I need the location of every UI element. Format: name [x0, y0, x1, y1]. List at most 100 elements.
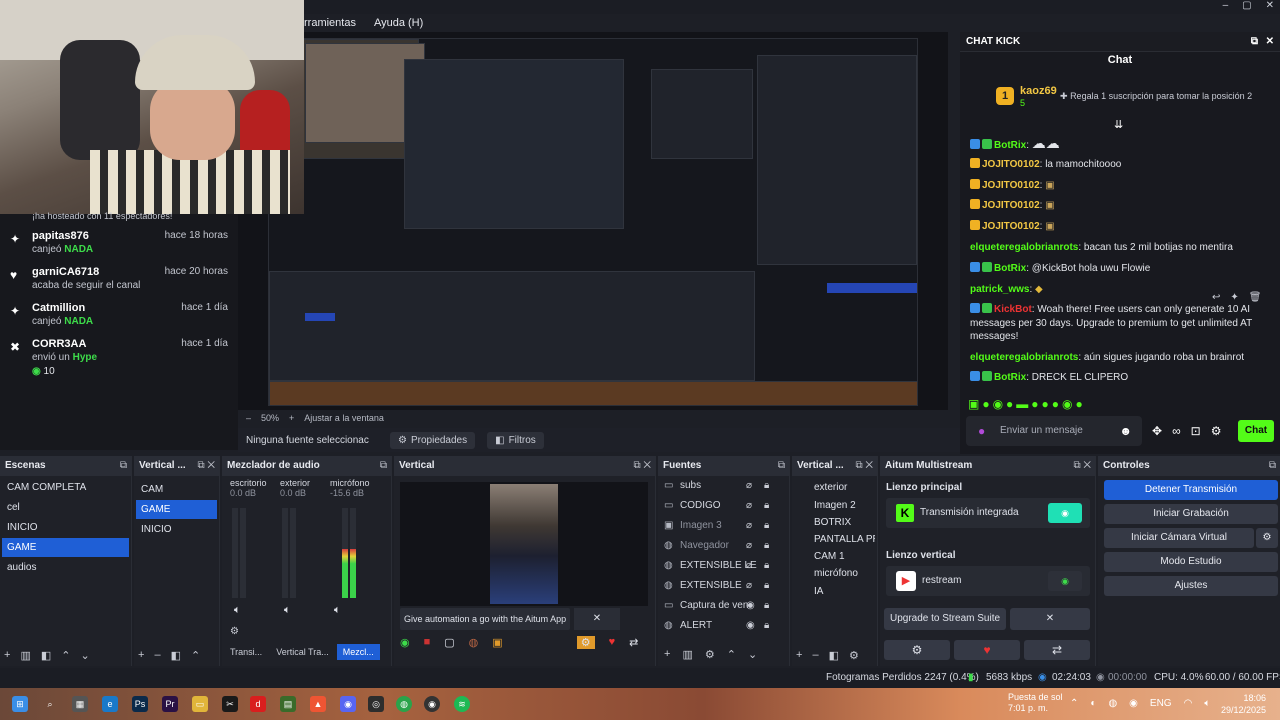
tray-arrow-icon[interactable]: ⌃ — [1070, 698, 1078, 709]
float-icon[interactable]: ⧉ — [120, 456, 127, 476]
start-virtual-cam-button[interactable]: Iniciar Cámara Virtual — [1104, 528, 1254, 548]
scene-item[interactable]: CAM COMPLETA — [2, 478, 129, 497]
screenshot-icon[interactable]: ▣ — [492, 636, 502, 649]
close-icon[interactable]: ⧉ ✕ — [855, 456, 873, 476]
up-icon[interactable]: ⌃ — [727, 648, 736, 661]
source-item[interactable]: ◍ EXTENSIBLE LE ⌀ 🔒︎ — [664, 556, 784, 576]
gear-icon[interactable]: ⚙ — [849, 649, 859, 662]
scene-item[interactable]: cel — [2, 498, 129, 517]
obs-icon[interactable]: ◉ — [424, 696, 440, 712]
tray-app-icon[interactable]: ◍ — [1108, 698, 1117, 709]
source-item[interactable]: ◍ Navegador ⌀ 🔒︎ — [664, 536, 784, 556]
gear-icon[interactable]: ⚙ — [705, 648, 715, 661]
tab-mixer[interactable]: Mezcl... — [336, 644, 380, 660]
mic-icon[interactable]: ● — [978, 424, 985, 438]
weather-widget[interactable]: Puesta de sol 7:01 p. m. — [1008, 692, 1063, 714]
down-icon[interactable]: ⌄ — [80, 649, 89, 662]
add-icon[interactable]: + — [796, 649, 802, 662]
app-icon[interactable]: d — [250, 696, 266, 712]
start-recording-button[interactable]: Iniciar Grabación — [1104, 504, 1278, 524]
record-icon[interactable]: ■ — [424, 636, 431, 649]
share-icon[interactable]: ⇄ — [629, 636, 638, 649]
volume-icon[interactable]: 🔈︎ — [284, 604, 291, 617]
maximize-icon[interactable]: ▢ — [1242, 0, 1251, 14]
heart-icon[interactable]: ♥ — [954, 640, 1020, 660]
share-icon[interactable]: ⇄ — [1024, 640, 1090, 660]
zoom-level[interactable]: 50% — [261, 413, 279, 423]
add-icon[interactable]: + — [664, 648, 670, 661]
stop-stream-button[interactable]: Detener Transmisión — [1104, 480, 1278, 500]
gift-icon[interactable]: ⊡ — [1191, 424, 1201, 438]
spotify-icon[interactable]: ≋ — [454, 696, 470, 712]
properties-button[interactable]: ⚙ Propiedades — [390, 431, 476, 449]
settings-icon[interactable]: ⚙ — [576, 636, 595, 649]
vertical-scene-item[interactable]: GAME — [136, 500, 217, 519]
emoji-icon[interactable]: ☻ — [1119, 424, 1132, 438]
wifi-icon[interactable]: ◠ — [1184, 698, 1193, 709]
virtual-cam-icon[interactable]: ▢ — [444, 636, 454, 649]
add-icon[interactable]: + — [4, 649, 10, 662]
scene-item[interactable]: INICIO — [2, 518, 129, 537]
explorer-icon[interactable]: ▭ — [192, 696, 208, 712]
close-upgrade-button[interactable]: ✕ — [1010, 608, 1090, 630]
emote-bar[interactable]: ▣●◉●▬●●●◉● — [968, 397, 1086, 411]
stream-toggle[interactable]: ◉ — [1048, 503, 1082, 523]
settings-button[interactable]: Ajustes — [1104, 576, 1278, 596]
volume-icon[interactable]: 🔈︎ — [334, 604, 341, 617]
source-item[interactable]: ▣ Imagen 3 ⌀ 🔒︎ — [664, 516, 784, 536]
infinity-icon[interactable]: ∞ — [1172, 424, 1181, 438]
vertical-scene-item[interactable]: INICIO — [136, 520, 217, 539]
close-banner-button[interactable]: ✕ — [574, 608, 620, 630]
source-item[interactable]: ◍ ALERT ◉ 🔒︎ — [664, 616, 784, 636]
trash-icon[interactable]: ▥ — [682, 648, 692, 661]
menu-tools[interactable]: rramientas — [304, 14, 356, 32]
vertical-scene-item[interactable]: CAM — [136, 480, 217, 499]
chat-input[interactable]: ● Enviar un mensaje ☻ — [966, 416, 1142, 446]
close-icon[interactable]: ✕ — [1266, 0, 1274, 14]
zoom-out-button[interactable]: – — [246, 413, 251, 423]
source-item[interactable]: ▭ CODIGO ⌀ 🔒︎ — [664, 496, 784, 516]
float-icon[interactable]: ⧉ ✕ — [633, 456, 651, 476]
capcut-icon[interactable]: ✂ — [222, 696, 238, 712]
tab-vertical-transitions[interactable]: Vertical Tra... — [270, 644, 335, 660]
fit-window-select[interactable]: Ajustar a la ventana — [304, 413, 384, 423]
filter-icon[interactable]: ◧ — [829, 649, 839, 662]
tray-app-icon[interactable]: ◉ — [1129, 698, 1138, 709]
speaker-icon[interactable]: 🔈︎ — [1204, 698, 1210, 709]
gear-icon[interactable]: ⚙ — [1256, 528, 1278, 548]
up-icon[interactable]: ⌃ — [61, 649, 70, 662]
photoshop-icon[interactable]: Ps — [132, 696, 148, 712]
stream-icon[interactable]: ◉ — [400, 636, 410, 649]
gear-icon[interactable]: ⚙ — [1211, 424, 1222, 438]
terminal-icon[interactable]: ▤ — [280, 696, 296, 712]
gear-icon[interactable]: ⚙ — [884, 640, 950, 660]
close-icon[interactable]: ⧉ ✕ — [1073, 456, 1091, 476]
trash-icon[interactable]: ▥ — [20, 649, 30, 662]
vertical-source-item[interactable]: IA — [794, 582, 875, 601]
vertical-source-item[interactable]: micrófono — [794, 564, 875, 583]
upgrade-button[interactable]: Upgrade to Stream Suite — [884, 608, 1006, 630]
close-icon[interactable]: ⧉ ✕ — [197, 456, 215, 476]
float-icon[interactable]: ⧉ — [778, 456, 785, 476]
discord-icon[interactable]: ◉ — [340, 696, 356, 712]
brave-icon[interactable]: ▲ — [310, 696, 326, 712]
remove-icon[interactable]: – — [812, 649, 818, 662]
windows-start-icon[interactable]: ⊞ — [12, 696, 28, 712]
remove-icon[interactable]: – — [154, 649, 160, 662]
language-indicator[interactable]: ENG — [1150, 698, 1172, 709]
app-icon[interactable]: ◎ — [368, 696, 384, 712]
float-icon[interactable]: ⧉ — [1269, 456, 1276, 476]
volume-icon[interactable]: 🔈︎ — [234, 604, 241, 617]
down-icon[interactable]: ⌄ — [748, 648, 757, 661]
edge-icon[interactable]: e — [102, 696, 118, 712]
apps-icon[interactable]: ✥ — [1152, 424, 1162, 438]
heart-icon[interactable]: ♥ — [609, 636, 616, 649]
tray-app-icon[interactable]: ◐ — [1090, 698, 1096, 709]
zoom-in-button[interactable]: + — [289, 413, 294, 423]
clock[interactable]: 18:06 29/12/2025 — [1221, 692, 1266, 716]
chrome-icon[interactable]: ◍ — [396, 696, 412, 712]
filters-button[interactable]: ◧ Filtros — [487, 431, 544, 449]
filter-icon[interactable]: ◧ — [41, 649, 51, 662]
source-item[interactable]: ◍ EXTENSIBLE ⌀ 🔒︎ — [664, 576, 784, 596]
source-item[interactable]: ▭ subs ⌀ 🔒︎ — [664, 476, 784, 496]
